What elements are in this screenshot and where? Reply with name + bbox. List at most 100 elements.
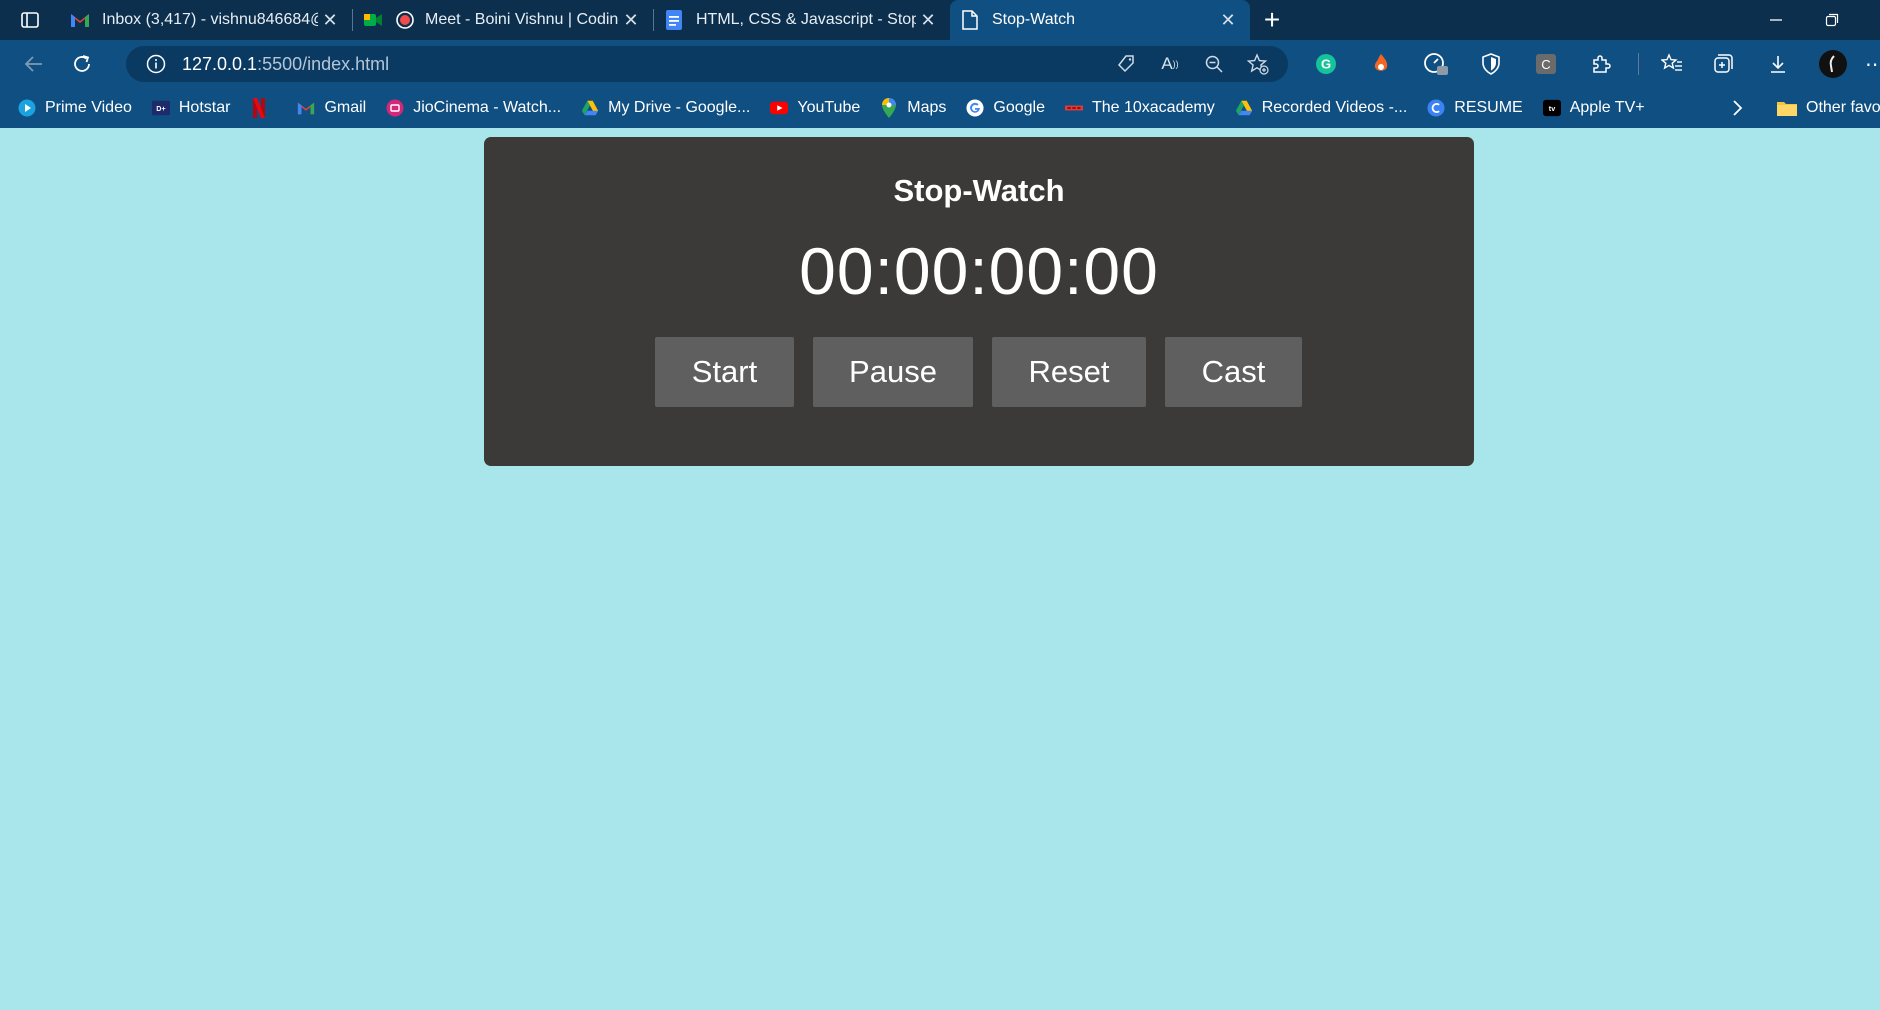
restore-icon: [1825, 13, 1839, 27]
shield-icon[interactable]: [1463, 40, 1518, 88]
bookmark-resume[interactable]: RESUME: [1417, 88, 1532, 128]
google-icon: [966, 99, 984, 117]
bookmarks-overflow-button[interactable]: [1722, 88, 1752, 128]
gmail-icon: [297, 99, 315, 117]
tab-title: Meet - Boini Vishnu | Coding: [425, 11, 619, 28]
bookmarks-bar: Prime Video D+ Hotstar Gmail JioCinema -…: [0, 88, 1880, 128]
tab-meet[interactable]: Meet - Boini Vishnu | Coding ✕: [353, 0, 653, 40]
meet-icon: [363, 10, 383, 30]
tab-stopwatch[interactable]: Stop-Watch ✕: [950, 0, 1250, 40]
bookmark-label: Google: [993, 99, 1045, 116]
refresh-button[interactable]: [58, 40, 106, 88]
close-tab-icon[interactable]: ✕: [916, 8, 940, 32]
close-tab-icon[interactable]: ✕: [619, 8, 643, 32]
svg-text:D+: D+: [156, 104, 165, 113]
tag-icon[interactable]: [1104, 54, 1148, 74]
bookmark-hotstar[interactable]: D+ Hotstar: [142, 88, 241, 128]
bookmark-label: My Drive - Google...: [608, 99, 751, 116]
resume-icon: [1427, 99, 1445, 117]
drive-icon: [1235, 99, 1253, 117]
bookmark-jiocinema[interactable]: JioCinema - Watch...: [376, 88, 571, 128]
restore-button[interactable]: [1804, 0, 1860, 40]
bookmark-label: JioCinema - Watch...: [413, 99, 562, 116]
bookmark-netflix[interactable]: [240, 88, 287, 128]
bookmark-label: RESUME: [1454, 99, 1523, 116]
bookmark-gmail[interactable]: Gmail: [287, 88, 376, 128]
bookmark-label: Apple TV+: [1569, 99, 1645, 116]
svg-text:C: C: [1541, 57, 1550, 72]
back-button[interactable]: [10, 40, 58, 88]
gmail-icon: [70, 10, 90, 30]
extension-gauge-icon[interactable]: [1408, 40, 1463, 88]
prime-video-icon: [18, 99, 36, 117]
other-favorites-label: Other favo: [1806, 99, 1880, 116]
plus-icon: +: [1263, 4, 1281, 35]
bookmark-google[interactable]: Google: [956, 88, 1055, 128]
jiocinema-icon: [386, 99, 404, 117]
svg-text:G: G: [1320, 57, 1330, 72]
folder-icon: [1776, 99, 1798, 117]
zoom-out-icon[interactable]: [1192, 54, 1236, 74]
svg-text:tv: tv: [1549, 104, 1555, 113]
download-icon[interactable]: [1750, 40, 1805, 88]
collections-icon[interactable]: [1695, 40, 1750, 88]
bookmark-prime-video[interactable]: Prime Video: [8, 88, 142, 128]
profile-avatar[interactable]: [1805, 40, 1860, 88]
other-favorites-folder[interactable]: Other favo: [1776, 88, 1880, 128]
minimize-icon: [1770, 19, 1782, 21]
extension-c-icon[interactable]: C: [1518, 40, 1573, 88]
favorites-icon[interactable]: [1649, 40, 1695, 88]
tab-gmail[interactable]: Inbox (3,417) - vishnu846684@gmail.com ✕: [60, 0, 352, 40]
tab-actions-icon: [21, 12, 39, 28]
page-icon: [960, 10, 980, 30]
reset-button[interactable]: Reset: [992, 337, 1146, 407]
tab-title: HTML, CSS & Javascript - Stopwatch: [696, 11, 916, 28]
tab-strip: Inbox (3,417) - vishnu846684@gmail.com ✕…: [0, 0, 1880, 40]
minimize-button[interactable]: [1748, 0, 1804, 40]
grammarly-icon[interactable]: G: [1298, 40, 1353, 88]
new-tab-button[interactable]: +: [1250, 0, 1294, 40]
bookmark-label: Gmail: [324, 99, 367, 116]
tab-title: Inbox (3,417) - vishnu846684@gmail.com: [102, 11, 318, 28]
bookmark-label: Prime Video: [45, 99, 132, 116]
stopwatch-card: Stop-Watch 00:00:00:00 Start Pause Reset…: [484, 137, 1474, 466]
cast-button[interactable]: Cast: [1165, 337, 1302, 407]
start-button[interactable]: Start: [655, 337, 794, 407]
close-tab-icon[interactable]: ✕: [318, 8, 342, 32]
url-text[interactable]: 127.0.0.1:5500/index.html: [182, 54, 389, 75]
netflix-icon: [250, 98, 268, 118]
tab-actions-button[interactable]: [0, 0, 60, 40]
extensions-puzzle-icon[interactable]: [1573, 40, 1628, 88]
refresh-icon: [74, 55, 90, 72]
more-options-icon[interactable]: ⋯: [1860, 40, 1880, 88]
extension-fire-icon[interactable]: [1353, 40, 1408, 88]
appletv-icon: tv: [1542, 99, 1561, 117]
bookmark-maps[interactable]: Maps: [870, 88, 956, 128]
bookmark-label: Hotstar: [178, 99, 231, 116]
site-info-icon[interactable]: [136, 54, 176, 74]
bookmark-recorded-videos[interactable]: Recorded Videos -...: [1225, 88, 1418, 128]
bookmark-label: The 10xacademy: [1091, 99, 1215, 116]
maps-icon: [880, 98, 898, 118]
page-title: Stop-Watch: [893, 173, 1065, 208]
bookmark-label: YouTube: [797, 99, 861, 116]
close-tab-icon[interactable]: ✕: [1216, 8, 1240, 32]
recording-icon: [395, 10, 415, 30]
control-buttons: Start Pause Reset Cast: [655, 337, 1302, 407]
tab-docs[interactable]: HTML, CSS & Javascript - Stopwatch ✕: [654, 0, 950, 40]
read-aloud-icon[interactable]: A)): [1148, 54, 1192, 74]
url-path: :5500/index.html: [257, 53, 390, 74]
address-bar[interactable]: 127.0.0.1:5500/index.html A)): [126, 46, 1288, 82]
browser-toolbar: 127.0.0.1:5500/index.html A)) G C ⋯: [0, 40, 1880, 88]
youtube-icon: [770, 99, 789, 117]
bookmark-label: Maps: [907, 99, 947, 116]
timer-display: 00:00:00:00: [799, 234, 1159, 308]
bookmark-my-drive[interactable]: My Drive - Google...: [571, 88, 760, 128]
bookmark-youtube[interactable]: YouTube: [760, 88, 870, 128]
bookmark-10xacademy[interactable]: The 10xacademy: [1055, 88, 1225, 128]
pause-button[interactable]: Pause: [813, 337, 973, 407]
bookmark-apple-tv[interactable]: tv Apple TV+: [1533, 88, 1655, 128]
chevron-right-icon: [1733, 100, 1743, 116]
docs-icon: [664, 10, 684, 30]
add-favorite-icon[interactable]: [1236, 53, 1280, 75]
